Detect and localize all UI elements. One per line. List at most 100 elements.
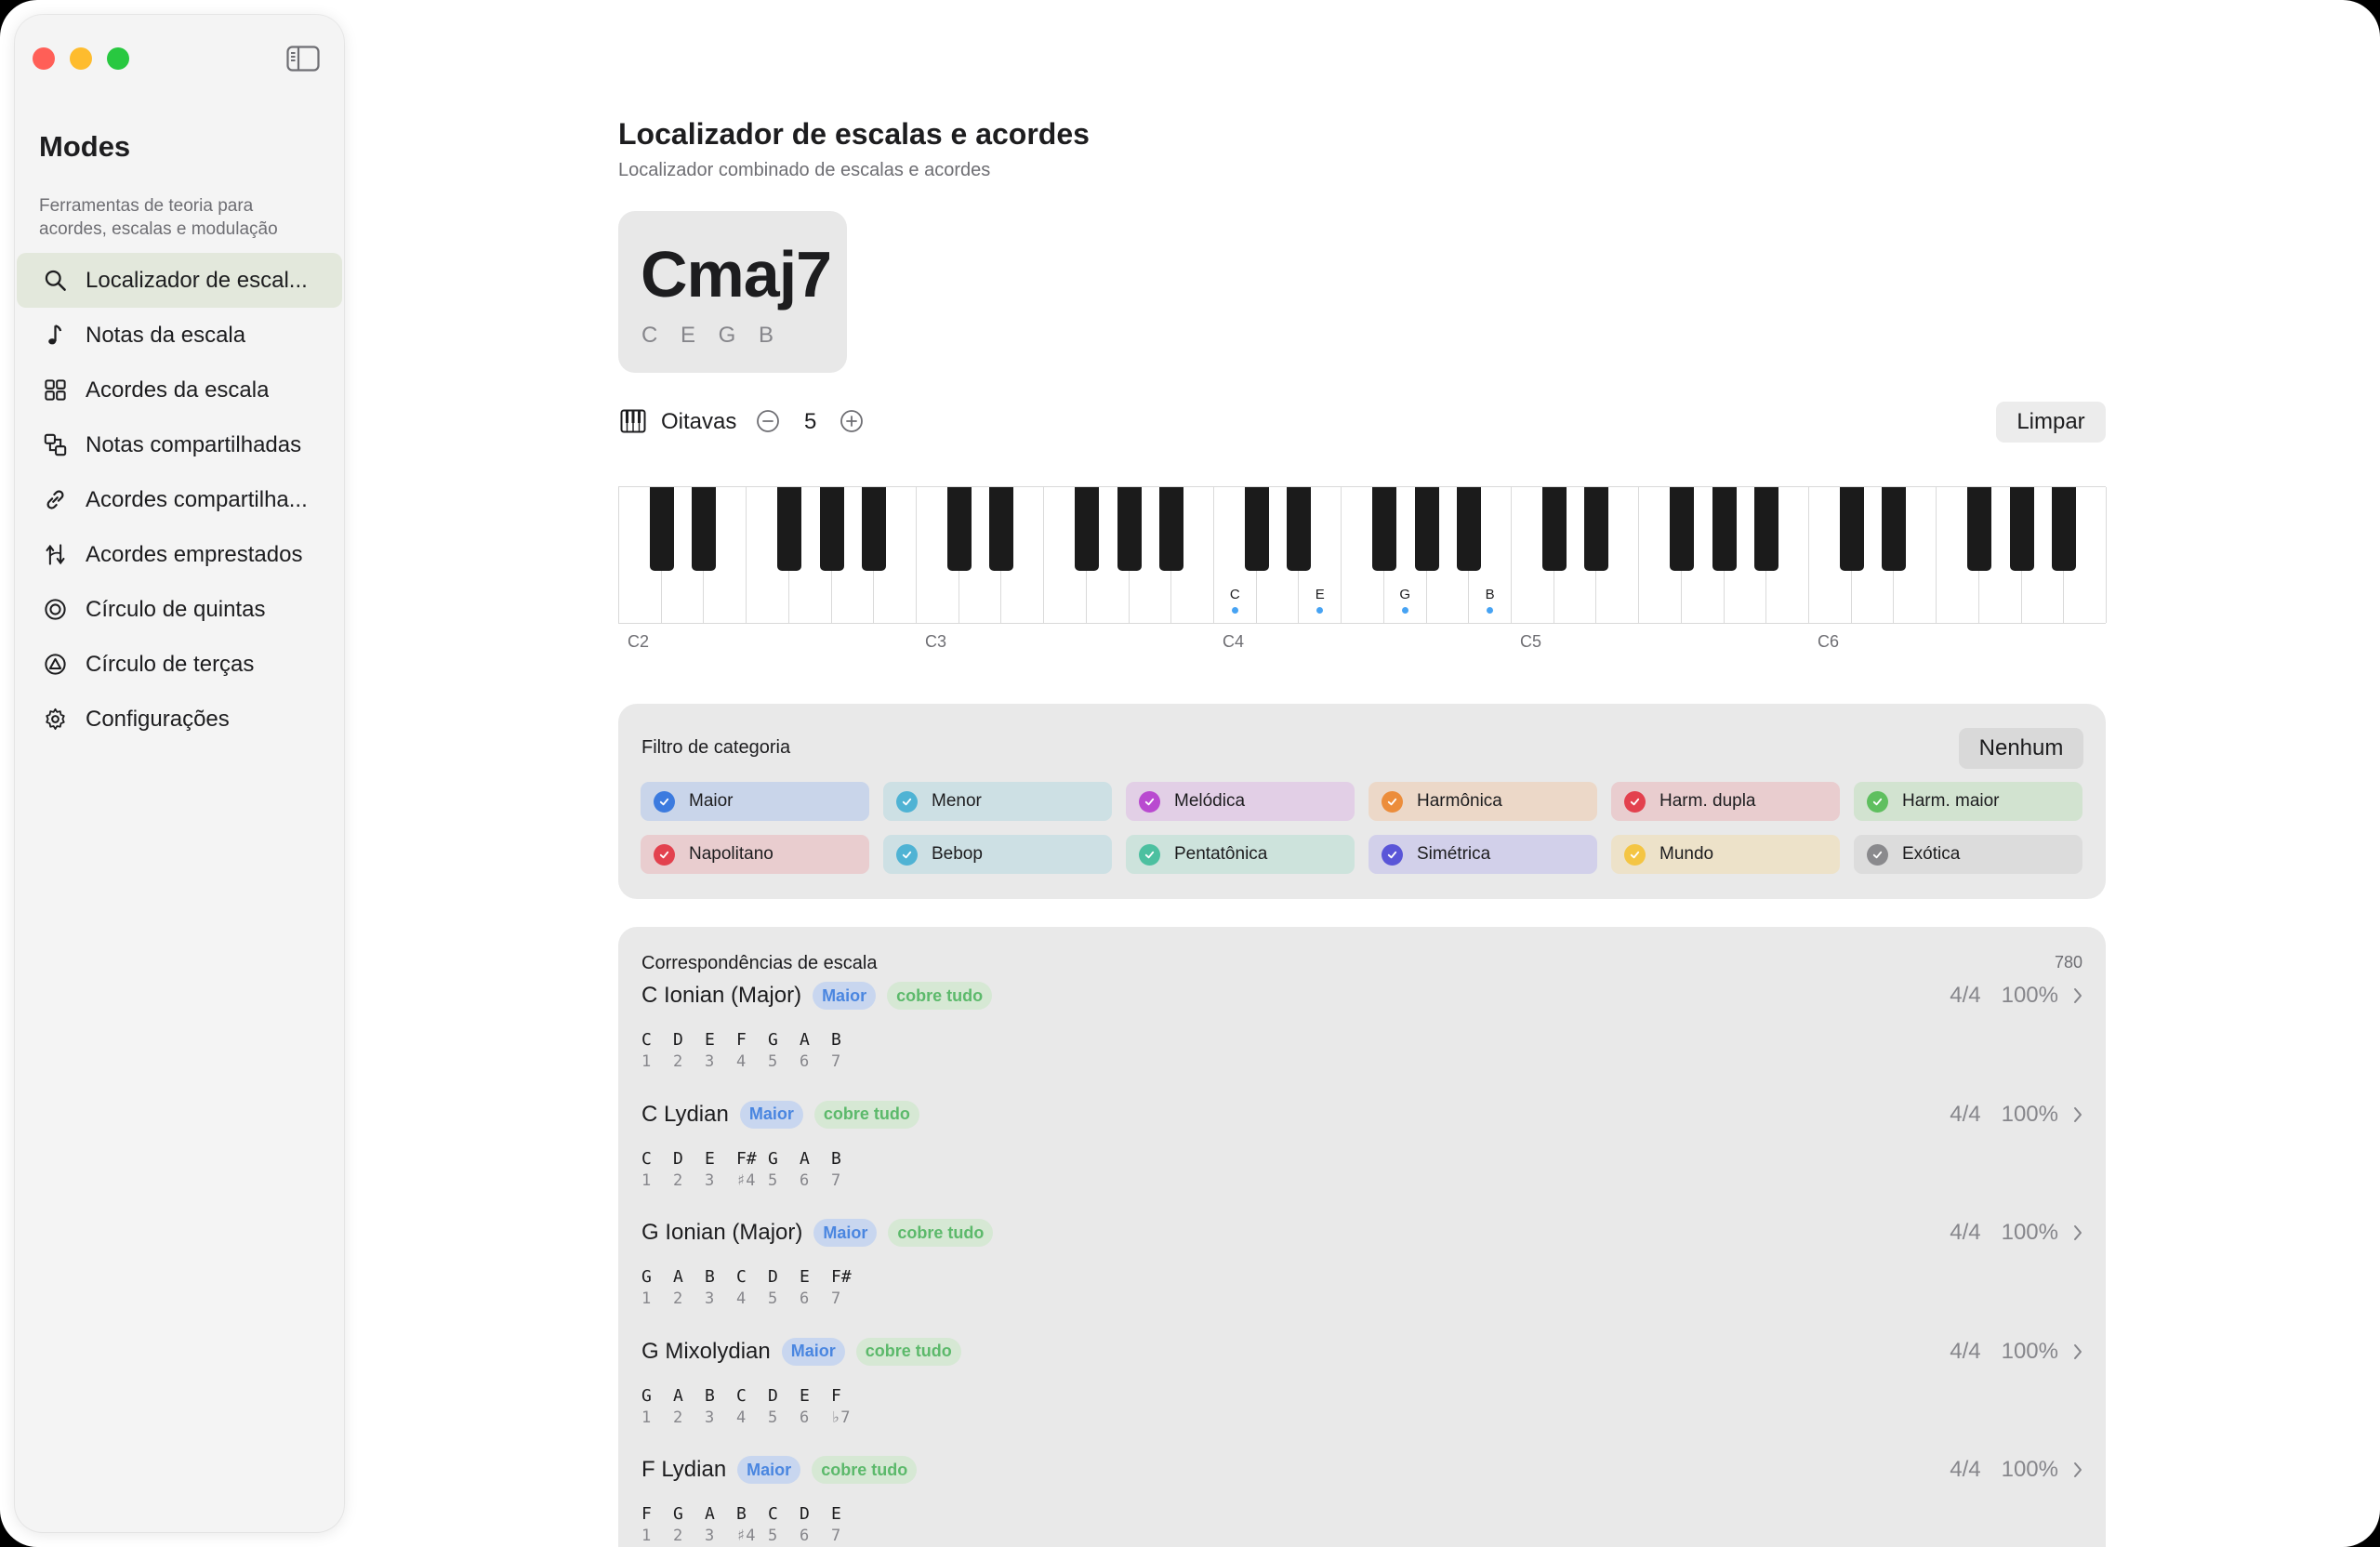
scale-note: F: [736, 1030, 747, 1050]
page-title: Localizador de escalas e acordes: [618, 117, 1090, 151]
scale-note: G: [768, 1030, 778, 1050]
category-chip[interactable]: Harm. maior: [1854, 782, 2082, 821]
piano-black-key[interactable]: [2052, 487, 2077, 571]
piano-black-key[interactable]: [692, 487, 717, 571]
category-chip-label: Bebop: [932, 844, 983, 864]
scale-note: G: [641, 1267, 652, 1287]
match-ratio: 4/4: [1950, 1101, 1981, 1127]
piano-black-key[interactable]: [776, 487, 801, 571]
piano-black-key[interactable]: [946, 487, 972, 571]
clear-button[interactable]: Limpar: [1996, 402, 2106, 443]
piano-black-key[interactable]: [1117, 487, 1142, 571]
piano-black-key[interactable]: [1966, 487, 1991, 571]
scale-match-row[interactable]: C Ionian (Major) Maior cobre tudo 4/4 100% C D…: [641, 981, 2084, 1092]
piano-black-key[interactable]: [1414, 487, 1439, 571]
category-chip[interactable]: Napolitano: [641, 835, 869, 874]
minus-circle-icon[interactable]: [756, 409, 780, 433]
scale-note: E: [800, 1385, 810, 1406]
sidebar-item-label: Localizador de escal...: [86, 267, 308, 293]
piano-black-key[interactable]: [1754, 487, 1779, 571]
piano-black-key[interactable]: [1074, 487, 1099, 571]
piano-black-key[interactable]: [1159, 487, 1184, 571]
category-chip[interactable]: Mundo: [1611, 835, 1840, 874]
piano-black-key[interactable]: [1371, 487, 1396, 571]
scale-name: G Ionian (Major): [641, 1220, 803, 1245]
scale-match-stats: 4/4 100%: [1950, 981, 2084, 1011]
scale-degree: 7: [831, 1052, 841, 1071]
category-chip[interactable]: Maior: [641, 782, 869, 821]
piano-black-key[interactable]: [989, 487, 1014, 571]
app-title: Modes: [39, 130, 131, 163]
category-filter-panel: Filtro de categoria Nenhum Maior Menor Mel…: [618, 704, 2106, 899]
piano-black-key[interactable]: [1244, 487, 1269, 571]
zoom-window-button[interactable]: [107, 47, 129, 70]
main-content: Localizador de escalas e acordes Localiz…: [618, 0, 2107, 1547]
sidebar-item-shared-chords[interactable]: Acordes compartilha...: [17, 472, 342, 527]
shared-notes-icon: [41, 431, 69, 459]
chord-card[interactable]: Cmaj7 C E G B: [618, 211, 847, 373]
sidebar-item-circle-fifths[interactable]: Círculo de quintas: [17, 582, 342, 637]
scale-notes-row: FGABCDE: [641, 1504, 863, 1524]
sidebar-item-label: Círculo de quintas: [86, 596, 266, 622]
sidebar-item-borrowed-chords[interactable]: Acordes emprestados: [17, 527, 342, 582]
category-chip[interactable]: Menor: [883, 782, 1112, 821]
piano-black-key[interactable]: [1882, 487, 1907, 571]
sidebar-item-scale-chords[interactable]: Acordes da escala: [17, 363, 342, 417]
category-chip[interactable]: Harm. dupla: [1611, 782, 1840, 821]
sidebar-item-settings[interactable]: Configurações: [17, 692, 342, 747]
close-window-button[interactable]: [33, 47, 55, 70]
piano-black-key[interactable]: [2009, 487, 2034, 571]
sidebar-item-circle-thirds[interactable]: Círculo de terças: [17, 637, 342, 692]
category-chip[interactable]: Exótica: [1854, 835, 2082, 874]
sidebar-item-scale-notes[interactable]: Notas da escala: [17, 308, 342, 363]
piano-key-dot: [1487, 607, 1494, 614]
match-ratio: 4/4: [1950, 1338, 1981, 1364]
scale-note: F: [641, 1504, 652, 1524]
scale-degree: 4: [736, 1408, 747, 1427]
piano-black-key[interactable]: [1287, 487, 1312, 571]
category-chip[interactable]: Bebop: [883, 835, 1112, 874]
sidebar-item-label: Notas compartilhadas: [86, 431, 302, 457]
minimize-window-button[interactable]: [70, 47, 92, 70]
scale-note: E: [705, 1148, 715, 1169]
scale-match-row[interactable]: G Mixolydian Maior cobre tudo 4/4 100% G A B C D E…: [641, 1337, 2084, 1448]
scale-match-row[interactable]: F Lydian Maior cobre tudo 4/4 100% F G A B C D E 1 2 3…: [641, 1455, 2084, 1547]
scale-degree: 5: [768, 1289, 778, 1308]
piano-black-key[interactable]: [1839, 487, 1864, 571]
category-chip[interactable]: Melódica: [1126, 782, 1355, 821]
category-chip-label: Napolitano: [689, 844, 774, 864]
scale-degree: 5: [768, 1170, 778, 1190]
sidebar-item-scale-finder[interactable]: Localizador de escal...: [17, 253, 342, 308]
scale-note: C: [736, 1385, 747, 1406]
category-chip[interactable]: Pentatônica: [1126, 835, 1355, 874]
sidebar-toggle-icon[interactable]: [286, 46, 320, 72]
none-button[interactable]: Nenhum: [1959, 728, 2083, 769]
piano-black-key[interactable]: [1712, 487, 1737, 571]
category-chip[interactable]: Simétrica: [1368, 835, 1597, 874]
scale-note: F#: [831, 1267, 852, 1287]
piano-key-dot: [1316, 607, 1324, 614]
piano-black-key[interactable]: [819, 487, 844, 571]
piano-black-key[interactable]: [1541, 487, 1567, 571]
piano-key-dot: [1401, 607, 1408, 614]
sidebar-item-shared-notes[interactable]: Notas compartilhadas: [17, 417, 342, 472]
scale-note: F#: [736, 1148, 757, 1169]
category-chips: Maior Menor Melódica Harmônica Harm. dupla Ha…: [641, 782, 2085, 874]
piano-black-key[interactable]: [1457, 487, 1482, 571]
match-ratio: 4/4: [1950, 1220, 1981, 1245]
music-note-icon: [41, 322, 69, 350]
piano-black-key[interactable]: [1669, 487, 1694, 571]
piano-black-key[interactable]: [649, 487, 674, 571]
scale-match-row[interactable]: G Ionian (Major) Maior cobre tudo 4/4 100% G A…: [641, 1218, 2084, 1329]
scale-degree: 1: [641, 1527, 652, 1545]
grid-icon: [41, 377, 69, 404]
piano-black-key[interactable]: [1584, 487, 1609, 571]
scale-note: C: [641, 1148, 652, 1169]
piano-key-note-label: G: [1399, 587, 1411, 602]
sidebar-nav: Localizador de escal... Notas da escala …: [15, 253, 344, 747]
piano-black-key[interactable]: [862, 487, 887, 571]
category-chip[interactable]: Harmônica: [1368, 782, 1597, 821]
scale-match-row[interactable]: C Lydian Maior cobre tudo 4/4 100% C D E F# G A B 1 2…: [641, 1100, 2084, 1211]
piano-key-note-label: B: [1485, 587, 1495, 602]
plus-circle-icon[interactable]: [840, 409, 864, 433]
